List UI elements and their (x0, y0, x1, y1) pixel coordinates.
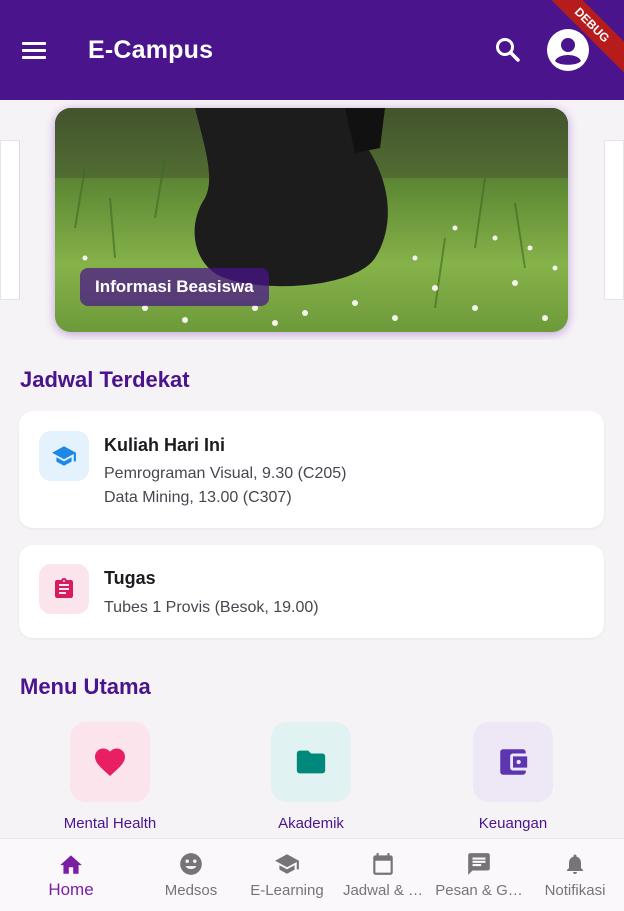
menu-icon[interactable] (14, 30, 54, 70)
banner-slide[interactable]: Informasi Beasiswa (55, 108, 568, 332)
menu-label: Mental Health (63, 815, 157, 832)
main-menu-heading: Menu Utama (20, 674, 151, 699)
schedule-heading: Jadwal Terdekat (20, 367, 190, 392)
search-icon[interactable] (488, 30, 528, 70)
nav-home[interactable]: Home (22, 839, 120, 911)
nav-label: Pesan & G… (435, 882, 523, 899)
nav-messages[interactable]: Pesan & G… (430, 839, 528, 911)
mental-health-button[interactable] (70, 722, 150, 802)
banner-caption: Informasi Beasiswa (80, 268, 269, 306)
bottom-navigation: Home Medsos E-Learning Jadwal & … Pesan … (0, 838, 624, 911)
wallet-icon (500, 749, 528, 775)
class-item: Data Mining, 13.00 (C307) (104, 489, 292, 506)
card-title: Kuliah Hari Ini (104, 435, 226, 455)
assignment-icon (39, 564, 89, 614)
bell-icon (561, 851, 589, 877)
menu-label: Keuangan (478, 815, 548, 832)
nav-label: Notifikasi (544, 882, 606, 899)
app-bar: E-Campus DEBUG (0, 0, 624, 100)
assignment-item: Tubes 1 Provis (Besok, 19.00) (104, 599, 319, 616)
class-schedule-card[interactable]: Kuliah Hari Ini Pemrograman Visual, 9.30… (19, 411, 604, 528)
nav-label: Home (48, 880, 94, 899)
account-circle-icon[interactable] (546, 28, 590, 72)
class-item: Pemrograman Visual, 9.30 (C205) (104, 465, 347, 482)
banner-carousel[interactable]: Informasi Beasiswa (0, 100, 624, 340)
nav-label: E-Learning (250, 882, 324, 899)
nav-notifications[interactable]: Notifikasi (526, 839, 624, 911)
carousel-prev-slide[interactable] (0, 140, 20, 300)
nav-label: Medsos (164, 882, 218, 899)
nav-schedule[interactable]: Jadwal & … (334, 839, 432, 911)
school-icon (39, 431, 89, 481)
folder-icon (296, 750, 326, 774)
nav-label: Jadwal & … (342, 882, 424, 899)
smiley-icon (177, 851, 205, 877)
carousel-next-slide[interactable] (604, 140, 624, 300)
finance-button[interactable] (473, 722, 553, 802)
nav-elearning[interactable]: E-Learning (238, 839, 336, 911)
menu-label: Akademik (278, 815, 344, 832)
card-title: Tugas (104, 568, 156, 588)
nav-medsos[interactable]: Medsos (142, 839, 240, 911)
heart-icon (95, 748, 125, 777)
school-icon (273, 851, 301, 877)
home-icon (57, 851, 85, 877)
assignment-card[interactable]: Tugas Tubes 1 Provis (Besok, 19.00) (19, 545, 604, 638)
chat-icon (465, 851, 493, 877)
calendar-icon (369, 851, 397, 877)
app-title: E-Campus (88, 36, 214, 64)
academic-button[interactable] (271, 722, 351, 802)
